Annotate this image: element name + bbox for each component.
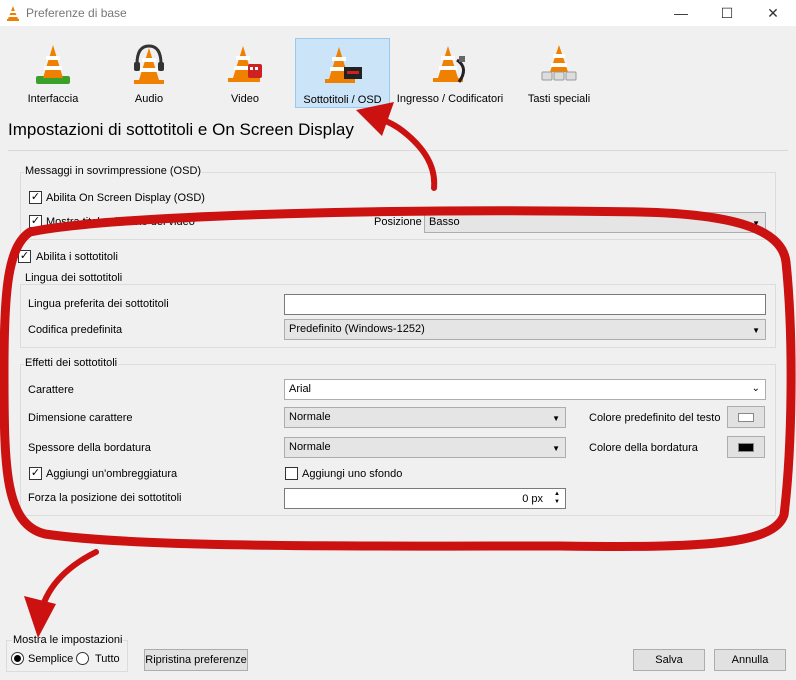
default-encoding-select[interactable]: Predefinito (Windows-1252) ▼ xyxy=(284,319,766,340)
category-video[interactable]: Video xyxy=(202,38,288,108)
outline-color-label: Colore della bordatura xyxy=(589,442,698,454)
category-input-codecs[interactable]: Ingresso / Codificatori xyxy=(396,38,504,108)
maximize-icon[interactable]: ☐ xyxy=(704,0,750,26)
font-select[interactable]: Arial ⌄ xyxy=(284,379,766,400)
category-interface[interactable]: Interfaccia xyxy=(10,38,96,108)
enable-osd-label: Abilita On Screen Display (OSD) xyxy=(46,192,205,204)
simple-radio[interactable] xyxy=(11,652,24,665)
reset-preferences-button[interactable]: Ripristina preferenze xyxy=(144,649,248,671)
font-size-select[interactable]: Normale ▼ xyxy=(284,407,566,428)
category-label: Video xyxy=(231,93,259,105)
category-hotkeys[interactable]: Tasti speciali xyxy=(516,38,602,108)
all-label: Tutto xyxy=(95,653,120,665)
enable-subtitles-label: Abilita i sottotitoli xyxy=(36,251,118,263)
show-title-checkbox[interactable]: ✓ xyxy=(29,215,42,228)
outline-thickness-value: Normale xyxy=(289,441,331,453)
close-icon[interactable]: ✕ xyxy=(750,0,796,26)
force-position-value: 0 px xyxy=(522,493,543,505)
text-color-swatch xyxy=(738,412,754,422)
vlc-cone-icon xyxy=(7,6,19,21)
dropdown-arrow-icon: ▼ xyxy=(552,444,560,453)
outline-color-swatch xyxy=(738,442,754,452)
minimize-icon[interactable]: — xyxy=(658,0,704,26)
show-settings-label: Mostra le impostazioni xyxy=(12,634,124,646)
font-size-value: Normale xyxy=(289,411,331,423)
preferred-language-input[interactable] xyxy=(284,294,766,315)
all-radio[interactable] xyxy=(76,652,89,665)
heading-divider xyxy=(8,150,788,151)
save-button[interactable]: Salva xyxy=(633,649,705,671)
force-position-label: Forza la posizione dei sottotitoli xyxy=(28,492,182,504)
outline-color-button[interactable] xyxy=(727,436,765,458)
hotkeys-icon xyxy=(541,45,577,81)
font-size-label: Dimensione carattere xyxy=(28,412,133,424)
position-select[interactable]: Basso ▼ xyxy=(424,212,766,233)
show-title-label: Mostra titolo all'avvio del video xyxy=(46,216,195,228)
interface-icon xyxy=(36,45,70,84)
cancel-button[interactable]: Annulla xyxy=(714,649,786,671)
simple-label: Semplice xyxy=(28,653,74,665)
add-shadow-checkbox[interactable]: ✓ xyxy=(29,467,42,480)
text-color-button[interactable] xyxy=(727,406,765,428)
position-select-value: Basso xyxy=(429,216,460,228)
window-title: Preferenze di base xyxy=(26,6,127,20)
subtitle-effects-group-label: Effetti dei sottotitoli xyxy=(24,357,119,369)
add-background-checkbox[interactable] xyxy=(285,467,298,480)
outline-thickness-label: Spessore della bordatura xyxy=(28,442,151,454)
category-audio[interactable]: Audio xyxy=(106,38,192,108)
video-icon xyxy=(228,46,262,82)
audio-icon xyxy=(134,44,164,84)
enable-subtitles-checkbox[interactable]: ✓ xyxy=(18,250,31,263)
category-label: Ingresso / Codificatori xyxy=(396,93,504,105)
default-encoding-value: Predefinito (Windows-1252) xyxy=(289,323,425,335)
font-select-value: Arial xyxy=(289,383,312,395)
add-background-label: Aggiungi uno sfondo xyxy=(302,468,403,480)
osd-group-label: Messaggi in sovrimpressione (OSD) xyxy=(24,165,203,177)
force-position-spinbox[interactable]: 0 px ▲ ▼ xyxy=(284,488,566,509)
default-encoding-label: Codifica predefinita xyxy=(28,324,123,336)
dropdown-arrow-icon: ▼ xyxy=(752,326,760,335)
red-arrow-annotation xyxy=(37,549,99,619)
red-arrowhead-annotation xyxy=(24,596,56,638)
preferred-language-label: Lingua preferita dei sottotitoli xyxy=(28,298,169,310)
subtitles-icon xyxy=(324,47,362,83)
position-label: Posizione xyxy=(374,216,422,228)
chevron-down-icon: ⌄ xyxy=(751,383,760,394)
outline-thickness-select[interactable]: Normale ▼ xyxy=(284,437,566,458)
enable-osd-checkbox[interactable]: ✓ xyxy=(29,191,42,204)
category-subtitles-osd[interactable]: Sottotitoli / OSD xyxy=(295,38,390,108)
add-shadow-label: Aggiungi un'ombreggiatura xyxy=(46,468,178,480)
category-label: Sottotitoli / OSD xyxy=(303,94,382,106)
category-label: Interfaccia xyxy=(27,93,79,105)
page-title: Impostazioni di sottotitoli e On Screen … xyxy=(8,120,354,139)
spin-arrows-icon[interactable]: ▲ ▼ xyxy=(550,490,564,507)
dropdown-arrow-icon: ▼ xyxy=(752,219,760,228)
text-color-label: Colore predefinito del testo xyxy=(589,412,721,424)
radio-dot xyxy=(14,655,21,662)
input-codecs-icon xyxy=(433,46,465,83)
subtitle-language-group-label: Lingua dei sottotitoli xyxy=(24,272,124,284)
font-label: Carattere xyxy=(28,384,74,396)
dropdown-arrow-icon: ▼ xyxy=(552,414,560,423)
category-label: Audio xyxy=(134,93,164,105)
category-label: Tasti speciali xyxy=(527,93,591,105)
